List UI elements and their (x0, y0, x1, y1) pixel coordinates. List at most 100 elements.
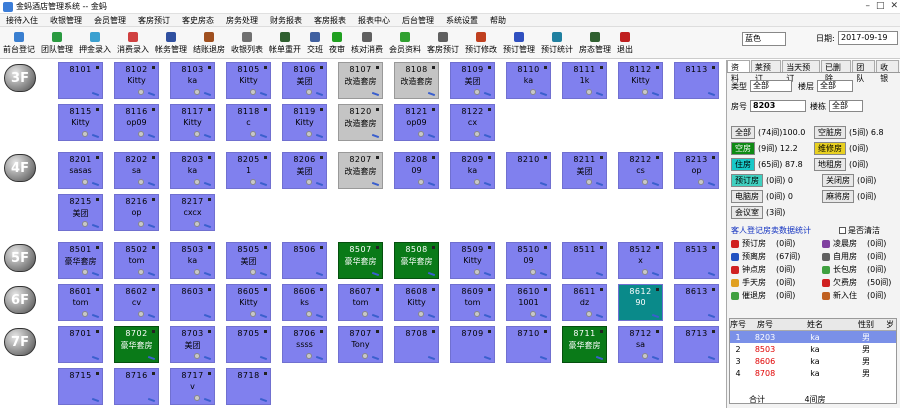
menu-item[interactable]: 报表中心 (352, 15, 396, 26)
room-input[interactable]: 8203 (750, 100, 806, 112)
room-cell[interactable]: 8217 cxcx (170, 194, 215, 231)
menu-item[interactable]: 后台管理 (396, 15, 440, 26)
date-field[interactable]: 2017-09-19 (838, 31, 898, 45)
toolbar-button[interactable]: 夜审 (326, 27, 348, 59)
room-cell[interactable]: 8509 Kitty (450, 242, 495, 279)
room-cell[interactable]: 8121 op09 (394, 104, 439, 141)
room-cell[interactable]: 8508 豪华套房 (394, 242, 439, 279)
room-cell[interactable]: 8717 v (170, 368, 215, 405)
room-cell[interactable]: 8603 (170, 284, 215, 321)
menu-item[interactable]: 接待入住 (0, 15, 44, 26)
room-cell[interactable]: 8712 sa (618, 326, 663, 363)
menu-item[interactable]: 系统设置 (440, 15, 484, 26)
room-cell[interactable]: 8612 90 (618, 284, 663, 321)
room-cell[interactable]: 8506 (282, 242, 327, 279)
room-cell[interactable]: 8707 Tony (338, 326, 383, 363)
room-cell[interactable]: 8702 豪华套房 (114, 326, 159, 363)
room-cell[interactable]: 8709 (450, 326, 495, 363)
toolbar-button[interactable]: 预订修改 (462, 27, 500, 59)
room-cell[interactable]: 8108 改造套房 (394, 62, 439, 99)
menu-item[interactable]: 帮助 (484, 15, 512, 26)
table-row[interactable]: 1 8203 ka 男 (730, 331, 896, 343)
room-cell[interactable]: 8101 (58, 62, 103, 99)
menu-item[interactable]: 客房报表 (308, 15, 352, 26)
room-cell[interactable]: 8701 (58, 326, 103, 363)
menu-item[interactable]: 财务报表 (264, 15, 308, 26)
room-cell[interactable]: 8513 (674, 242, 719, 279)
room-cell[interactable]: 8207 改造套房 (338, 152, 383, 189)
room-cell[interactable]: 8703 美团 (170, 326, 215, 363)
room-cell[interactable]: 8119 Kitty (282, 104, 327, 141)
toolbar-button[interactable]: 帐单重开 (266, 27, 304, 59)
building-select[interactable]: 全部 (829, 100, 863, 112)
room-cell[interactable]: 8708 (394, 326, 439, 363)
stats-link[interactable]: 客人登记房卖数据统计 (731, 225, 811, 236)
menu-item[interactable]: 房务处理 (220, 15, 264, 26)
tab-0[interactable]: 资料 (727, 60, 750, 83)
toolbar-button[interactable]: 前台登记 (0, 27, 38, 59)
room-cell[interactable]: 8610 1001 (506, 284, 551, 321)
table-row[interactable]: 2 8503 ka 男 (730, 343, 896, 355)
room-cell[interactable]: 8705 (226, 326, 271, 363)
table-row[interactable]: 4 8708 ka 男 (730, 367, 896, 379)
room-cell[interactable]: 8113 (674, 62, 719, 99)
toolbar-button[interactable]: 退出 (614, 27, 636, 59)
clean-checkbox[interactable] (839, 227, 846, 234)
room-cell[interactable]: 8117 Kitty (170, 104, 215, 141)
room-cell[interactable]: 8609 tom (450, 284, 495, 321)
room-cell[interactable]: 8502 tom (114, 242, 159, 279)
menu-item[interactable]: 客史房态 (176, 15, 220, 26)
toolbar-button[interactable]: 交班 (304, 27, 326, 59)
toolbar-button[interactable]: 团队管理 (38, 27, 76, 59)
room-cell[interactable]: 8716 (114, 368, 159, 405)
room-cell[interactable]: 8122 cx (450, 104, 495, 141)
toolbar-button[interactable]: 预订统计 (538, 27, 576, 59)
tab-2[interactable]: 当天预订 (782, 60, 820, 83)
stat-button[interactable]: 维修房 (814, 142, 846, 155)
tab-3[interactable]: 已删除 (820, 60, 852, 83)
room-cell[interactable]: 8711 豪华套房 (562, 326, 607, 363)
toolbar-button[interactable]: 预订管理 (500, 27, 538, 59)
type-select[interactable]: 全部 (750, 80, 792, 92)
stat-button[interactable]: 关闭房 (822, 174, 854, 187)
room-cell[interactable]: 8120 改造套房 (338, 104, 383, 141)
stat-button[interactable]: 地租房 (814, 158, 846, 171)
room-cell[interactable]: 8105 Kitty (226, 62, 271, 99)
room-cell[interactable]: 8116 op09 (114, 104, 159, 141)
toolbar-button[interactable]: 核对消费 (348, 27, 386, 59)
room-cell[interactable]: 8510 09 (506, 242, 551, 279)
maximize-icon[interactable]: □ (876, 1, 885, 11)
room-cell[interactable]: 8213 op (674, 152, 719, 189)
room-cell[interactable]: 8110 ka (506, 62, 551, 99)
room-cell[interactable]: 8112 Kitty (618, 62, 663, 99)
room-cell[interactable]: 8503 ka (170, 242, 215, 279)
room-cell[interactable]: 8107 改造套房 (338, 62, 383, 99)
room-cell[interactable]: 8602 cv (114, 284, 159, 321)
stat-button[interactable]: 麻将房 (822, 190, 854, 203)
stat-button[interactable]: 会议室 (731, 206, 763, 219)
room-cell[interactable]: 8203 ka (170, 152, 215, 189)
room-cell[interactable]: 8205 1 (226, 152, 271, 189)
toolbar-button[interactable]: 房态管理 (576, 27, 614, 59)
stat-button[interactable]: 空房 (731, 142, 755, 155)
room-cell[interactable]: 8715 (58, 368, 103, 405)
room-cell[interactable]: 8212 cs (618, 152, 663, 189)
room-cell[interactable]: 8713 (674, 326, 719, 363)
stat-button[interactable]: 全部 (731, 126, 755, 139)
room-cell[interactable]: 8505 美团 (226, 242, 271, 279)
room-cell[interactable]: 8103 ka (170, 62, 215, 99)
toolbar-button[interactable]: 消费录入 (114, 27, 152, 59)
room-cell[interactable]: 8209 ka (450, 152, 495, 189)
stat-button[interactable]: 电脑房 (731, 190, 763, 203)
room-cell[interactable]: 8216 op (114, 194, 159, 231)
tab-4[interactable]: 团队 (852, 60, 876, 83)
tab-1[interactable]: 莱预订 (750, 60, 782, 83)
room-cell[interactable]: 8215 美团 (58, 194, 103, 231)
room-cell[interactable]: 8611 dz (562, 284, 607, 321)
room-cell[interactable]: 8115 Kitty (58, 104, 103, 141)
room-cell[interactable]: 8211 美团 (562, 152, 607, 189)
stat-button[interactable]: 住房 (731, 158, 755, 171)
room-cell[interactable]: 8118 c (226, 104, 271, 141)
minimize-icon[interactable]: – (865, 1, 870, 11)
room-cell[interactable]: 8718 (226, 368, 271, 405)
